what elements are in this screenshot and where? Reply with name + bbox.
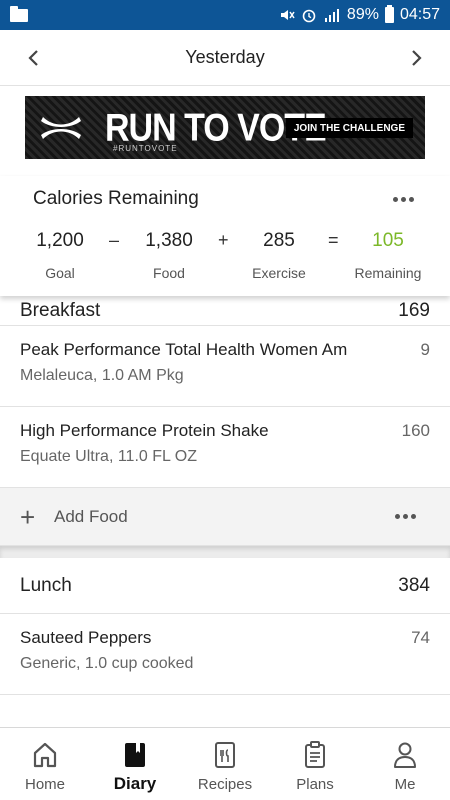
nav-home[interactable]: Home (0, 728, 90, 800)
status-icons: 89% 04:57 (279, 5, 440, 24)
lunch-header[interactable]: Lunch 384 (0, 558, 450, 614)
food-cell: 1,380 Food (129, 230, 209, 281)
diary-icon (125, 743, 145, 767)
nav-label: Home (24, 776, 65, 793)
food-calories: 9 (420, 340, 430, 359)
calories-remaining-card: Calories Remaining 1,200 Goal – 1,380 Fo… (0, 176, 450, 296)
meal-total: 384 (398, 574, 430, 596)
under-armour-logo (41, 116, 81, 139)
home-icon (33, 742, 57, 768)
date-navigation: Yesterday (0, 30, 450, 86)
clock: 04:57 (399, 6, 440, 23)
diary-list: Breakfast 169 Peak Performance Total Hea… (0, 296, 450, 695)
status-bar: 89% 04:57 (0, 0, 450, 30)
meal-name: Breakfast (20, 300, 101, 321)
chevron-right-icon (412, 49, 422, 66)
date-title[interactable]: Yesterday (185, 47, 264, 68)
breakfast-header[interactable]: Breakfast 169 (0, 296, 450, 326)
food-entry[interactable]: Sauteed Peppers Generic, 1.0 cup cooked … (0, 614, 450, 695)
goal-cell: 1,200 Goal (20, 230, 100, 281)
battery-percent: 89% (346, 6, 379, 23)
alarm-icon (302, 9, 316, 23)
plus-icon[interactable]: + (20, 504, 42, 530)
nav-label: Plans (296, 776, 334, 793)
food-label: Food (153, 265, 185, 281)
mute-icon (280, 10, 295, 20)
food-entry[interactable]: High Performance Protein Shake Equate Ul… (0, 407, 450, 488)
exercise-cell: 285 Exercise (238, 230, 320, 281)
exercise-label: Exercise (252, 265, 306, 281)
meal-total: 169 (398, 300, 430, 321)
meal-name: Lunch (20, 574, 72, 596)
folder-icon (10, 5, 28, 22)
section-divider (0, 546, 450, 558)
equals-sign: = (328, 230, 339, 250)
goal-value: 1,200 (36, 230, 84, 251)
recipes-icon (215, 742, 235, 768)
previous-day-button[interactable] (22, 47, 44, 69)
food-description: Equate Ultra, 11.0 FL OZ (20, 448, 197, 465)
remaining-label: Remaining (354, 265, 422, 281)
breakfast-more-icon[interactable] (395, 514, 416, 519)
signal-icon (324, 9, 339, 22)
nav-recipes[interactable]: Recipes (180, 728, 270, 800)
food-name: High Performance Protein Shake (20, 421, 269, 440)
food-name: Sauteed Peppers (20, 628, 152, 647)
nav-plans[interactable]: Plans (270, 728, 360, 800)
exercise-value: 285 (263, 230, 295, 251)
chevron-left-icon (28, 49, 38, 66)
calories-more-icon[interactable] (393, 196, 414, 202)
bottom-navigation: Home Diary Recipes Plans Me (0, 727, 450, 800)
remaining-value: 105 (372, 230, 404, 251)
banner-hashtag: #RUNTOVOTE (113, 144, 178, 153)
remaining-cell: 105 Remaining (346, 230, 430, 281)
goal-label: Goal (45, 265, 75, 281)
battery-icon (384, 5, 394, 23)
nav-label: Me (394, 776, 416, 793)
calories-title: Calories Remaining (33, 188, 199, 209)
minus-sign: – (109, 230, 120, 250)
food-value: 1,380 (145, 230, 193, 251)
ad-banner[interactable]: RUN TO VOTE #RUNTOVOTE JOIN THE CHALLENG… (25, 96, 425, 159)
food-entry[interactable]: Peak Performance Total Health Women Am M… (0, 326, 450, 407)
nav-label: Diary (113, 774, 157, 793)
profile-icon (394, 742, 416, 768)
plus-sign: + (218, 230, 229, 250)
food-description: Generic, 1.0 cup cooked (20, 655, 194, 672)
nav-diary[interactable]: Diary (90, 728, 180, 800)
food-calories: 160 (401, 421, 430, 440)
food-description: Melaleuca, 1.0 AM Pkg (20, 367, 184, 384)
add-food-button[interactable]: Add Food (54, 507, 128, 527)
next-day-button[interactable] (406, 47, 428, 69)
add-food-row: + Add Food (0, 488, 450, 546)
food-name: Peak Performance Total Health Women Am (20, 340, 348, 359)
nav-me[interactable]: Me (360, 728, 450, 800)
food-calories: 74 (411, 628, 430, 647)
nav-label: Recipes (197, 776, 253, 793)
join-challenge-button[interactable]: JOIN THE CHALLENGE (285, 118, 413, 138)
plans-icon (305, 741, 325, 768)
